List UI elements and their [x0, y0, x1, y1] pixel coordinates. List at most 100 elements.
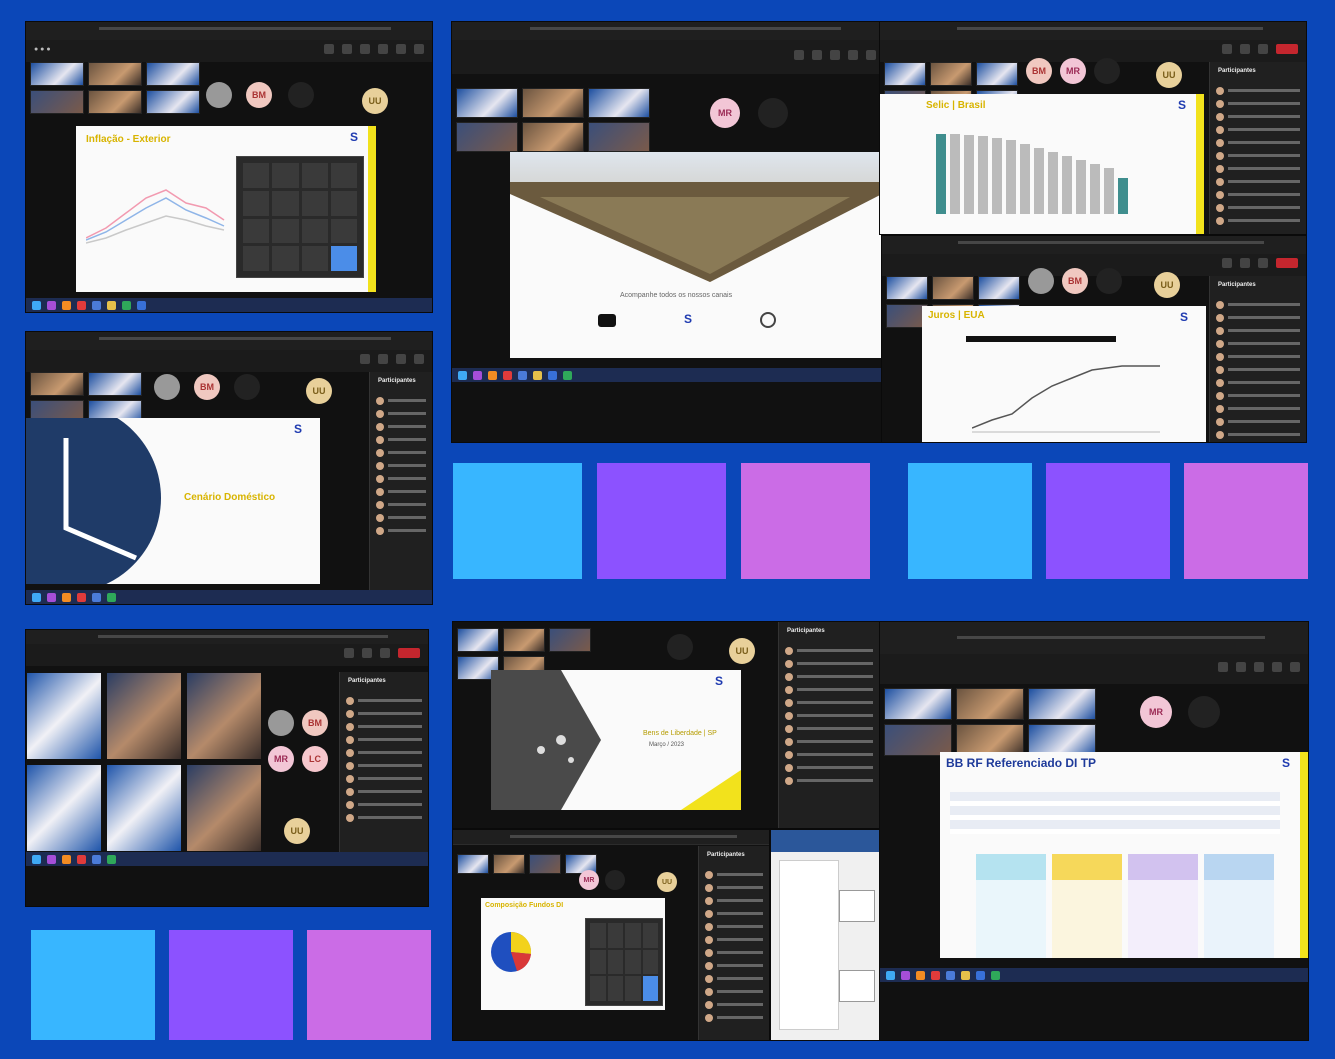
participant-row[interactable] [376, 524, 426, 537]
participant-row[interactable] [1216, 214, 1300, 227]
participant-row[interactable] [785, 670, 873, 683]
share-icon[interactable] [414, 44, 424, 54]
participant-row[interactable] [346, 694, 422, 707]
participant-row[interactable] [346, 733, 422, 746]
chat-icon[interactable] [1222, 258, 1232, 268]
participant-row[interactable] [1216, 123, 1300, 136]
participant-row[interactable] [785, 696, 873, 709]
participant-row[interactable] [705, 894, 763, 907]
people-icon[interactable] [362, 648, 372, 658]
participant-row[interactable] [346, 772, 422, 785]
people-icon[interactable] [1240, 258, 1250, 268]
participant-row[interactable] [346, 720, 422, 733]
participant-row[interactable] [1216, 311, 1300, 324]
participant-row[interactable] [376, 459, 426, 472]
participant-row[interactable] [1216, 162, 1300, 175]
participant-row[interactable] [785, 683, 873, 696]
participant-row[interactable] [1216, 201, 1300, 214]
participant-row[interactable] [1216, 376, 1300, 389]
chat-icon[interactable] [794, 50, 804, 60]
chat-icon[interactable] [324, 44, 334, 54]
participant-row[interactable] [376, 446, 426, 459]
people-icon[interactable] [1236, 662, 1246, 672]
camera-icon[interactable] [378, 44, 388, 54]
participant-row[interactable] [705, 998, 763, 1011]
participant-row[interactable] [785, 774, 873, 787]
people-icon[interactable] [378, 354, 388, 364]
participant-row[interactable] [1216, 389, 1300, 402]
mic-icon[interactable] [866, 50, 876, 60]
participant-row[interactable] [1216, 350, 1300, 363]
participant-row[interactable] [705, 946, 763, 959]
participant-row[interactable] [785, 709, 873, 722]
participant-row[interactable] [1216, 415, 1300, 428]
camera-icon[interactable] [1272, 662, 1282, 672]
reactions-icon[interactable] [1254, 662, 1264, 672]
participant-row[interactable] [785, 748, 873, 761]
leave-button[interactable] [398, 648, 420, 658]
camera-icon[interactable] [1258, 44, 1268, 54]
mic-icon[interactable] [396, 44, 406, 54]
participant-row[interactable] [1216, 175, 1300, 188]
reactions-icon[interactable] [830, 50, 840, 60]
camera-icon[interactable] [1258, 258, 1268, 268]
participant-row[interactable] [705, 1011, 763, 1024]
camera-icon[interactable] [396, 354, 406, 364]
camera-icon[interactable] [380, 648, 390, 658]
participant-row[interactable] [785, 644, 873, 657]
people-icon[interactable] [812, 50, 822, 60]
participant-row[interactable] [1216, 188, 1300, 201]
participant-row[interactable] [376, 498, 426, 511]
chat-icon[interactable] [344, 648, 354, 658]
participant-row[interactable] [376, 485, 426, 498]
participant-row[interactable] [1216, 428, 1300, 441]
participant-row[interactable] [1216, 149, 1300, 162]
chat-icon[interactable] [1222, 44, 1232, 54]
calculator-window[interactable] [236, 156, 364, 278]
participant-row[interactable] [1216, 97, 1300, 110]
participant-row[interactable] [346, 746, 422, 759]
participant-row[interactable] [346, 785, 422, 798]
participant-row[interactable] [1216, 110, 1300, 123]
people-icon[interactable] [1240, 44, 1250, 54]
participant-row[interactable] [705, 920, 763, 933]
participant-row[interactable] [785, 722, 873, 735]
participant-row[interactable] [376, 394, 426, 407]
participant-row[interactable] [785, 735, 873, 748]
participant-row[interactable] [705, 881, 763, 894]
participant-row[interactable] [705, 933, 763, 946]
participant-row[interactable] [1216, 136, 1300, 149]
leave-button[interactable] [1276, 44, 1298, 54]
participant-row[interactable] [1216, 298, 1300, 311]
participant-row[interactable] [376, 407, 426, 420]
participant-row[interactable] [376, 472, 426, 485]
participant-row[interactable] [1216, 324, 1300, 337]
chat-icon[interactable] [1218, 662, 1228, 672]
participant-row[interactable] [346, 798, 422, 811]
participant-row[interactable] [1216, 363, 1300, 376]
camera-icon[interactable] [848, 50, 858, 60]
participant-row[interactable] [346, 759, 422, 772]
reactions-icon[interactable] [360, 44, 370, 54]
participant-row[interactable] [376, 433, 426, 446]
chat-icon[interactable] [360, 354, 370, 364]
participant-row[interactable] [705, 972, 763, 985]
mic-icon[interactable] [414, 354, 424, 364]
participant-row[interactable] [1216, 84, 1300, 97]
participant-row[interactable] [346, 811, 422, 824]
participant-row[interactable] [705, 907, 763, 920]
participant-row[interactable] [376, 511, 426, 524]
mic-icon[interactable] [1290, 662, 1300, 672]
people-icon[interactable] [342, 44, 352, 54]
calculator-window[interactable] [585, 918, 663, 1006]
participant-row[interactable] [1216, 337, 1300, 350]
participant-row[interactable] [705, 985, 763, 998]
participant-row[interactable] [376, 420, 426, 433]
participant-row[interactable] [785, 761, 873, 774]
participant-row[interactable] [346, 707, 422, 720]
leave-button[interactable] [1276, 258, 1298, 268]
participant-row[interactable] [705, 868, 763, 881]
participant-row[interactable] [785, 657, 873, 670]
participant-row[interactable] [1216, 402, 1300, 415]
participant-row[interactable] [705, 959, 763, 972]
